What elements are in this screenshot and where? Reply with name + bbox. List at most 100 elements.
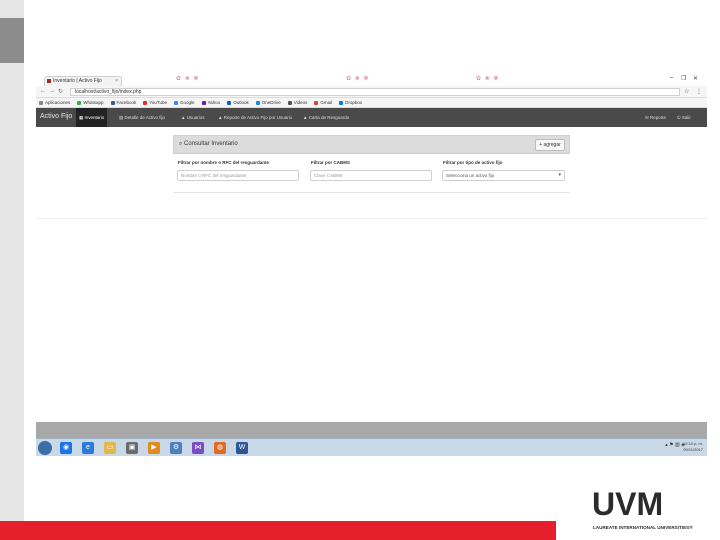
logo-tagline: LAUREATE INTERNATIONAL UNIVERSITIES® [593, 525, 693, 530]
bookmark-icon [201, 100, 206, 105]
left-block [0, 18, 24, 63]
slide: Inventario | Activo Fijo × ✿ ❀ ✾ ✿ ❀ ✾ ✿… [0, 0, 720, 540]
bookmark-icon [339, 100, 344, 105]
filter-label-name: Filtrar por nombre o RFC del resguardant… [178, 160, 270, 165]
search-icon: ⌕ [179, 141, 183, 147]
address-bar: ← → ↻ localhost/activo_fijo/index.php ☆ … [36, 86, 707, 98]
bookmark-item[interactable]: Outlook [227, 100, 249, 105]
nav-label: Salir [681, 115, 691, 120]
footer-red-bar [0, 521, 556, 540]
maximize-icon[interactable]: ❐ [681, 75, 686, 82]
bookmark-label: Outlook [233, 100, 249, 105]
bookmark-label: Yahoo [207, 100, 221, 105]
favicon-icon [47, 79, 51, 83]
gray-band [36, 422, 707, 438]
minimize-icon[interactable]: – [670, 75, 673, 81]
close-window-icon[interactable]: ✕ [693, 75, 698, 82]
browser-tabbar: Inventario | Activo Fijo × ✿ ❀ ✾ ✿ ❀ ✾ ✿… [36, 72, 707, 86]
filter-label-cabms: Filtrar por CABMS [311, 160, 351, 165]
bookmark-label: OneDrive [261, 100, 281, 105]
bookmark-item[interactable]: Whatsapp [77, 100, 104, 105]
app-brand[interactable]: Activo Fijo [40, 113, 72, 120]
nav-carta[interactable]: ▲ Carta de Resguardo [300, 108, 352, 127]
bookmark-item[interactable]: Gmail [314, 100, 332, 105]
decoration-icon: ✿ ❀ ✾ [346, 76, 370, 82]
bookmark-label: Facebook [116, 100, 137, 105]
divider [173, 192, 570, 193]
firefox-icon[interactable]: ◍ [214, 442, 226, 454]
left-strip [0, 0, 24, 540]
bookmark-item[interactable]: Videos [287, 100, 308, 105]
nav-detalle[interactable]: ▤ Detalle de Activo fijo [116, 108, 168, 127]
word-icon[interactable]: W [236, 442, 248, 454]
bookmark-item[interactable]: YouTube [143, 100, 167, 105]
bookmark-icon [173, 100, 178, 105]
visual-studio-icon[interactable]: ⋈ [192, 442, 204, 454]
back-icon[interactable]: ← [40, 88, 46, 94]
bookmark-icon [110, 100, 115, 105]
menu-icon[interactable]: ⋮ [696, 88, 702, 95]
nav-inventario[interactable]: ▦ Inventario [76, 108, 108, 127]
clock-date: 09/11/2017 [683, 447, 703, 452]
app-icon[interactable]: ▣ [126, 442, 138, 454]
bookmark-item[interactable]: Aplicaciones [39, 100, 70, 105]
filter-cabms-input[interactable]: Clave CABMS [310, 170, 432, 181]
bookmark-item[interactable]: OneDrive [255, 100, 281, 105]
bookmark-icon [255, 100, 260, 105]
screenshot: Inventario | Activo Fijo × ✿ ❀ ✾ ✿ ❀ ✾ ✿… [36, 72, 707, 456]
nav-reporte[interactable]: ✉ Reporte [642, 108, 669, 127]
bookmark-icon [314, 100, 319, 105]
bookmark-star-icon[interactable]: ☆ [684, 88, 689, 95]
forward-icon[interactable]: → [49, 88, 55, 94]
bookmark-item[interactable]: Google [173, 100, 195, 105]
bookmark-label: Google [179, 100, 195, 105]
app-navbar: Activo Fijo ▦ Inventario ▤ Detalle de Ac… [36, 108, 707, 127]
panel-header: ⌕ Consultar Inventario + agregar [173, 135, 570, 154]
url-input[interactable]: localhost/activo_fijo/index.php [70, 88, 680, 96]
nav-label: Carta de Resguardo [308, 115, 350, 120]
add-button[interactable]: + agregar [535, 139, 565, 151]
bookmark-label: Videos [293, 100, 308, 105]
inventory-panel: ⌕ Consultar Inventario + agregar Filtrar… [173, 135, 570, 205]
filter-name-input[interactable]: Nombre o RFC del resguardante [177, 170, 299, 181]
close-tab-icon[interactable]: × [115, 77, 118, 86]
panel-title-text: Consultar Inventario [184, 141, 238, 147]
filter-type-select[interactable]: Selecciona un activo fijo ▾ [442, 170, 565, 181]
nav-label: Detalle de Activo fijo [124, 115, 166, 120]
bookmark-icon [39, 100, 43, 105]
tab-title: Inventario | Activo Fijo [53, 78, 102, 84]
nav-label: Usuarios [186, 115, 205, 120]
nav-label: Inventario [84, 115, 105, 120]
nav-salir[interactable]: ⏻ Salir [674, 108, 694, 127]
reload-icon[interactable]: ↻ [58, 88, 63, 95]
bookmark-item[interactable]: Dropbox [339, 100, 362, 105]
nav-usuarios[interactable]: ▲ Usuarios [178, 108, 207, 127]
decoration-icon: ✿ ❀ ✾ [176, 76, 200, 82]
network-icon[interactable]: ⚙ [170, 442, 182, 454]
clock[interactable]: 12:10 p. m. 09/11/2017 [683, 441, 703, 453]
chrome-icon[interactable]: ◉ [60, 442, 72, 454]
decoration-icon: ✿ ❀ ✾ [476, 76, 500, 82]
start-button[interactable] [38, 441, 52, 455]
folder-icon[interactable]: ▭ [104, 442, 116, 454]
media-icon[interactable]: ▶ [148, 442, 160, 454]
filter-label-type: Filtrar por tipo de activo fijo [443, 160, 503, 165]
bookmark-icon [287, 100, 292, 105]
panel-title: ⌕ Consultar Inventario [179, 141, 238, 148]
nav-label: Reporte [650, 115, 667, 120]
browser-tab[interactable]: Inventario | Activo Fijo × [44, 76, 122, 86]
ie-icon[interactable]: e [82, 442, 94, 454]
caret-down-icon: ▾ [558, 172, 561, 178]
windows-taskbar: ◉ e ▭ ▣ ▶ ⚙ ⋈ ◍ W ▴ ⚑ ▥ ◈ 12:10 p. m. 09… [36, 438, 707, 456]
bookmark-item[interactable]: Yahoo [201, 100, 221, 105]
logo-name: UVM [592, 486, 664, 522]
bookmark-label: Gmail [320, 100, 333, 105]
nav-reporte-usuario[interactable]: ▲ Reporte de Activo Fijo por Usuario [215, 108, 295, 127]
bookmarks-bar: Aplicaciones Whatsapp Facebook YouTube Googl… [36, 98, 707, 108]
bookmark-item[interactable]: Facebook [110, 100, 137, 105]
bookmark-label: Aplicaciones [45, 100, 71, 105]
bookmark-label: Whatsapp [83, 100, 104, 105]
bookmark-icon [143, 100, 148, 105]
bookmark-label: Dropbox [345, 100, 363, 105]
filter-type-value: Selecciona un activo fijo [446, 173, 495, 178]
